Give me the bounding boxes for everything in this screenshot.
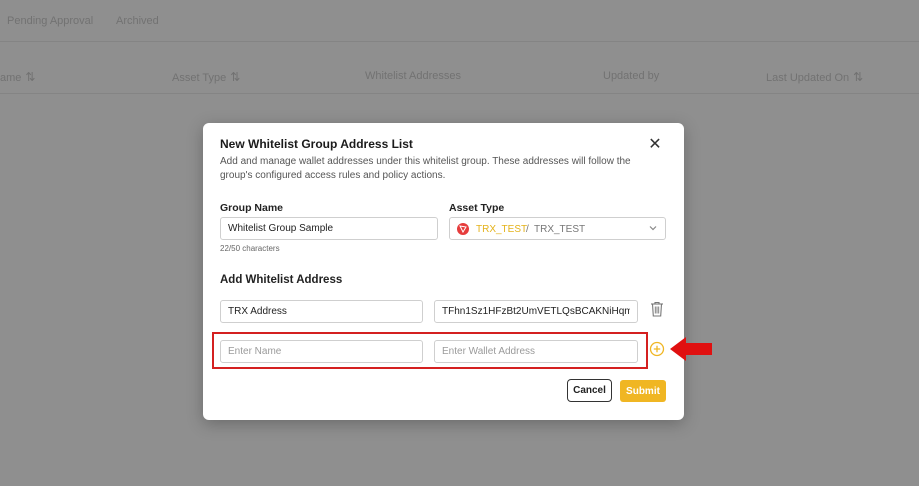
modal-title: New Whitelist Group Address List [220,137,413,151]
red-arrow-annotation [670,337,712,361]
tab-archived[interactable]: Archived [116,15,159,27]
char-count: 22/50 characters [220,244,280,253]
sort-icon[interactable]: ⇅ [25,70,35,84]
wallet-address-input[interactable] [434,300,638,323]
sort-icon[interactable]: ⇅ [853,70,863,84]
chevron-down-icon [649,226,657,231]
status-tabs: Pending Approval Archived [0,0,919,42]
column-whitelist-addresses: Whitelist Addresses [365,70,461,82]
tab-pending-approval[interactable]: Pending Approval [7,15,93,27]
new-name-input[interactable] [220,340,423,363]
new-wallet-address-input[interactable] [434,340,638,363]
group-name-label: Group Name [220,202,284,214]
column-name[interactable]: ame ⇅ [0,70,35,84]
tron-icon [457,223,469,235]
asset-type-label: Asset Type [449,202,505,214]
asset-type-primary: TRX_TEST [476,224,528,235]
column-last-updated-on[interactable]: Last Updated On ⇅ [766,70,863,84]
trash-icon[interactable] [650,301,664,317]
asset-type-select[interactable]: TRX_TEST / TRX_TEST [449,217,666,240]
column-asset-type[interactable]: Asset Type ⇅ [172,70,240,84]
modal-description: Add and manage wallet addresses under th… [220,156,631,181]
submit-button[interactable]: Submit [620,380,666,402]
add-whitelist-address-title: Add Whitelist Address [220,274,343,286]
new-whitelist-modal: New Whitelist Group Address List ✕ Add a… [203,123,684,420]
asset-type-separator: / [526,224,529,235]
address-name-input[interactable] [220,300,423,323]
cancel-button[interactable]: Cancel [567,379,612,402]
close-icon[interactable]: ✕ [646,136,664,154]
group-name-input[interactable] [220,217,438,240]
sort-icon[interactable]: ⇅ [230,70,240,84]
add-circle-icon[interactable] [649,341,665,357]
asset-type-secondary: TRX_TEST [534,224,586,235]
column-updated-by: Updated by [603,70,660,82]
table-header: ame ⇅ Asset Type ⇅ Whitelist Addresses Upd… [0,60,919,94]
